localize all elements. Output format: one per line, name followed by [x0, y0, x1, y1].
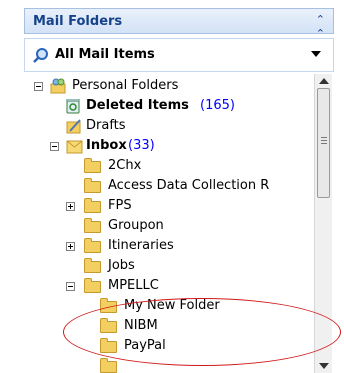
expand-toggle[interactable] [66, 242, 75, 251]
tree-item-label: Personal Folders [72, 78, 179, 93]
mail-folders-header[interactable]: Mail Folders ⌃ ⌃ [24, 8, 334, 40]
unread-count: (165) [200, 98, 235, 113]
tree-item-access-data-collection[interactable]: Access Data Collection R [24, 176, 314, 196]
tree-item-nibm[interactable]: NIBM [24, 316, 314, 336]
tree-item-personal-folders[interactable]: Personal Folders [24, 76, 314, 96]
tree-item-label: NIBM [124, 318, 158, 333]
tree-item-partial[interactable] [24, 356, 314, 373]
folder-icon [84, 178, 101, 193]
tree-item-mpellc[interactable]: MPELLC [24, 276, 314, 296]
tree-item-label: MPELLC [108, 278, 159, 293]
scrollbar-thumb[interactable] [317, 88, 330, 198]
tree-item-label: Jobs [108, 258, 135, 273]
folder-icon [84, 278, 101, 293]
tree-item-label: Access Data Collection R [108, 178, 270, 193]
dropdown-arrow-icon[interactable] [311, 51, 321, 57]
folder-icon [84, 238, 101, 253]
inbox-icon [66, 140, 83, 154]
tree-item-label: My New Folder [124, 298, 220, 313]
tree-item-label: 2Chx [108, 158, 142, 173]
folder-icon [100, 318, 117, 333]
all-mail-items-dropdown[interactable]: All Mail Items [24, 38, 334, 72]
vertical-scrollbar[interactable] [314, 74, 332, 373]
scroll-up-arrow-icon[interactable] [319, 78, 329, 84]
tree-item-label: FPS [108, 198, 132, 213]
scroll-down-arrow-icon[interactable] [319, 363, 329, 369]
unread-count: (33) [128, 138, 155, 153]
folder-icon [100, 298, 117, 313]
tree-item-fps[interactable]: FPS [24, 196, 314, 216]
search-folder-icon [33, 48, 48, 63]
tree-item-label: Deleted Items [86, 98, 189, 113]
folder-icon [84, 158, 101, 173]
personal-folders-icon [50, 78, 66, 94]
pane-title: Mail Folders [33, 14, 123, 29]
grip-icon [321, 137, 327, 138]
folder-tree: Personal Folders Deleted Items (165) Dra… [24, 74, 314, 373]
expand-toggle[interactable] [66, 202, 75, 211]
folder-icon [84, 218, 101, 233]
tree-item-label: Groupon [108, 218, 164, 233]
tree-item-2chx[interactable]: 2Chx [24, 156, 314, 176]
tree-item-label: PayPal [124, 338, 166, 353]
drafts-icon [66, 119, 81, 134]
tree-item-groupon[interactable]: Groupon [24, 216, 314, 236]
folder-icon [100, 338, 117, 353]
collapse-toggle[interactable] [34, 82, 43, 91]
tree-item-my-new-folder[interactable]: My New Folder [24, 296, 314, 316]
all-mail-items-label: All Mail Items [55, 47, 155, 62]
tree-item-deleted-items[interactable]: Deleted Items (165) [24, 96, 314, 116]
mail-folders-pane: Mail Folders ⌃ ⌃ All Mail Items Personal … [0, 0, 344, 373]
folder-icon [84, 258, 101, 273]
tree-item-paypal[interactable]: PayPal [24, 336, 314, 356]
tree-item-drafts[interactable]: Drafts [24, 116, 314, 136]
trash-icon [66, 99, 80, 114]
tree-item-jobs[interactable]: Jobs [24, 256, 314, 276]
collapse-toggle[interactable] [50, 142, 59, 151]
tree-item-inbox[interactable]: Inbox (33) [24, 136, 314, 156]
collapse-toggle[interactable] [66, 282, 75, 291]
double-chevron-up-icon[interactable]: ⌃ ⌃ [316, 13, 325, 41]
tree-item-label: Inbox [86, 138, 127, 153]
tree-item-itineraries[interactable]: Itineraries [24, 236, 314, 256]
folder-icon [100, 358, 117, 373]
folder-icon [84, 198, 101, 213]
tree-item-label: Itineraries [108, 238, 174, 253]
tree-item-label: Drafts [86, 118, 126, 133]
